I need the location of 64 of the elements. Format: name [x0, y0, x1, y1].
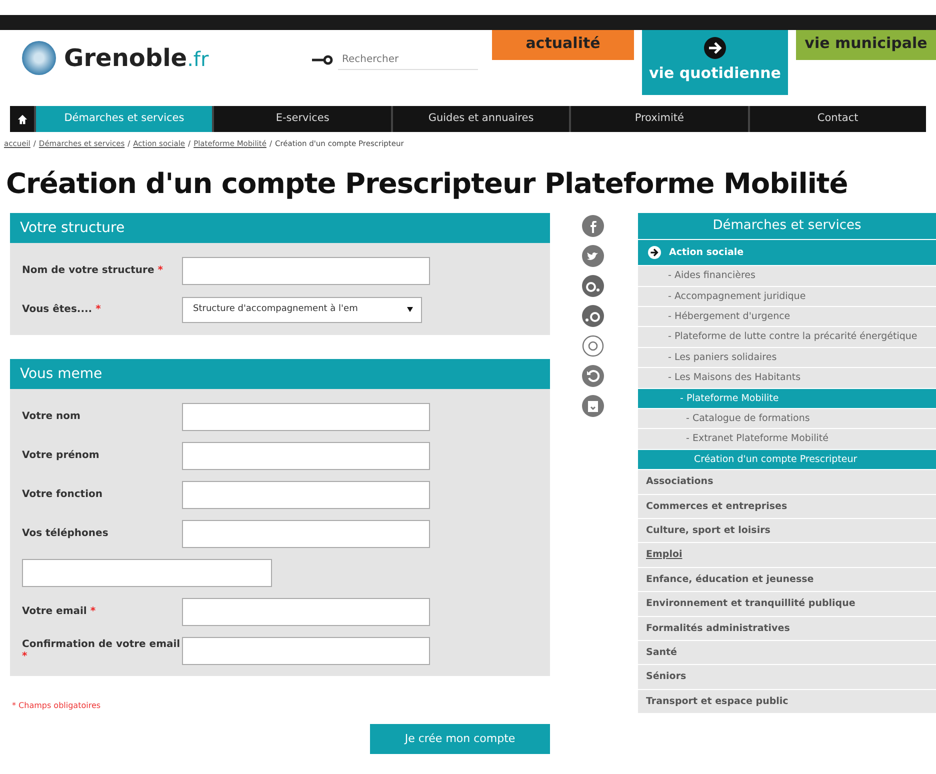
page-title: Création d'un compte Prescripteur Plateforme Mobilité: [6, 166, 849, 202]
input-field[interactable]: [182, 636, 430, 665]
nav-tab[interactable]: E-services: [212, 106, 391, 132]
logo-icon[interactable]: [22, 41, 56, 75]
field-label: Confirmation de votre email *: [22, 638, 182, 663]
section-tab[interactable]: vie quotidienne: [642, 30, 788, 95]
sidebar-item[interactable]: Culture, sport et loisirs: [638, 518, 936, 544]
field-label: Vos téléphones: [22, 528, 110, 540]
field-label: Nom de votre structure *: [22, 264, 164, 277]
refresh-icon[interactable]: [582, 365, 604, 388]
search-icon[interactable]: [312, 55, 334, 65]
section-tab[interactable]: vie municipale: [796, 30, 936, 60]
input-field[interactable]: [182, 402, 430, 431]
field-label: Votre nom: [22, 410, 82, 423]
input-field[interactable]: [182, 442, 430, 470]
field-label: Votre fonction: [22, 488, 104, 501]
sidebar-item[interactable]: - Hébergement d'urgence: [638, 307, 936, 328]
sidebar-header: Démarches et services: [638, 213, 936, 240]
sidebar-item[interactable]: Enfance, éducation et jeunesse: [638, 568, 936, 592]
caret-icon: [407, 307, 413, 312]
input-field[interactable]: [182, 520, 430, 548]
field-label: Votre prénom: [22, 450, 100, 462]
submit-button[interactable]: Je crée mon compte: [370, 724, 550, 754]
sidebar-item[interactable]: Environnement et tranquillité publique: [638, 592, 936, 616]
section-header: Vous meme: [10, 359, 550, 390]
section-tab[interactable]: actualité: [492, 30, 634, 60]
text-smaller-icon[interactable]: [582, 305, 604, 328]
sidebar-item[interactable]: - Plateforme de lutte contre la précarité énergétique: [638, 327, 936, 348]
field-label: Votre email *: [22, 606, 97, 618]
logo-text[interactable]: Grenoble.fr: [64, 40, 209, 76]
nav-tab[interactable]: Contact: [748, 106, 926, 132]
sidebar-item[interactable]: - Catalogue de formations: [638, 408, 936, 430]
section-header: Votre structure: [10, 213, 550, 244]
nav-tab[interactable]: Guides et annuaires: [390, 106, 570, 132]
sidebar-item[interactable]: Action sociale: [638, 240, 936, 266]
sidebar-item[interactable]: - Les paniers solidaires: [638, 348, 936, 368]
sidebar-item[interactable]: - Accompagnement juridique: [638, 286, 936, 308]
text-larger-icon[interactable]: [582, 275, 604, 298]
contrast-icon[interactable]: [582, 335, 604, 358]
sidebar-item[interactable]: Séniors: [638, 665, 936, 690]
sidebar-item[interactable]: Associations: [638, 470, 936, 495]
required-note: * Champs obligatoires: [12, 700, 102, 712]
sidebar-item[interactable]: Emploi: [638, 543, 936, 568]
sidebar-item[interactable]: Création d'un compte Prescripteur: [638, 450, 936, 470]
sidebar-item[interactable]: - Les Maisons des Habitants: [638, 368, 936, 389]
sidebar-item[interactable]: - Plateforme Mobilite: [638, 388, 936, 409]
input-field[interactable]: [22, 558, 272, 587]
arrow-icon: [648, 246, 661, 260]
sidebar-item[interactable]: Santé: [638, 640, 936, 666]
dropdown[interactable]: Structure d'accompagnement à l'em: [182, 296, 422, 323]
field-label: Vous êtes.... *: [22, 304, 102, 316]
twitter-icon[interactable]: [582, 245, 604, 268]
print-icon[interactable]: [582, 395, 604, 418]
input-field[interactable]: [182, 256, 430, 285]
nav-tab[interactable]: Démarches et services: [34, 106, 212, 132]
input-field[interactable]: [182, 598, 430, 626]
nav-tab[interactable]: Proximité: [569, 106, 748, 132]
facebook-icon[interactable]: [582, 215, 604, 238]
input-field[interactable]: [182, 480, 430, 509]
sidebar-item[interactable]: Formalités administratives: [638, 616, 936, 641]
sidebar-item[interactable]: - Aides financières: [638, 266, 936, 287]
sidebar-item[interactable]: - Extranet Plateforme Mobilité: [638, 429, 936, 450]
sidebar-item[interactable]: Transport et espace public: [638, 690, 936, 714]
sidebar-item[interactable]: Commerces et entreprises: [638, 494, 936, 519]
